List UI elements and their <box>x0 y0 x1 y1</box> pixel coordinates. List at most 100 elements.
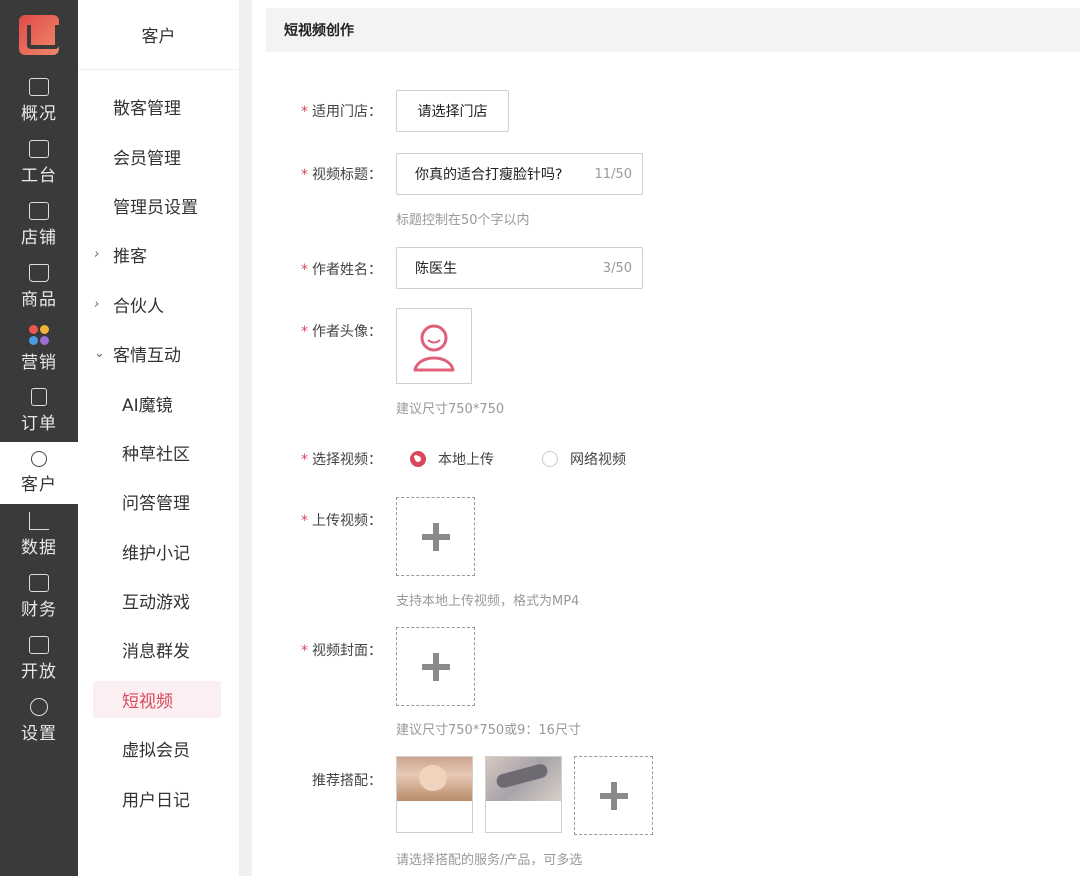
select-store-button[interactable]: 请选择门店 <box>396 90 509 132</box>
sub-item-community[interactable]: 种草社区 <box>78 428 239 477</box>
sub-item-label: 推客 <box>113 247 147 268</box>
store-label: * 适用门店： <box>282 101 382 121</box>
sub-item-promoters[interactable]: › 推客 <box>78 230 239 279</box>
rail-item-label: 数据 <box>21 538 57 558</box>
nail-product-image <box>486 757 561 801</box>
sub-item-virtual-members[interactable]: 虚拟会员 <box>78 724 239 773</box>
author-name-counter: 3/50 <box>602 260 632 276</box>
rail-item-label: 工台 <box>21 166 57 186</box>
upload-video-label: * 上传视频： <box>282 510 382 530</box>
sub-item-label: AI魔镜 <box>122 395 173 416</box>
sub-item-label: 合伙人 <box>113 296 164 317</box>
rail-item-customers[interactable]: 客户 <box>0 442 78 504</box>
radio-unchecked-icon <box>542 451 558 467</box>
required-mark: * <box>301 643 308 659</box>
store-label-text: 适用门店： <box>312 104 382 120</box>
select-video-label-text: 选择视频： <box>312 452 382 468</box>
rail-item-overview[interactable]: 概况 <box>0 70 78 132</box>
recommend-label: 推荐搭配： <box>282 770 382 790</box>
required-mark: * <box>301 324 308 340</box>
author-name-label-text: 作者姓名： <box>312 262 382 278</box>
rail-item-orders[interactable]: 订单 <box>0 380 78 442</box>
bag-icon <box>29 264 49 282</box>
chevron-right-icon: › <box>94 296 100 312</box>
cover-hint: 建议尺寸750*750或9：16尺寸 <box>396 723 581 738</box>
video-source-radio-group: 本地上传 网络视频 <box>410 449 674 469</box>
add-recommend-button[interactable] <box>574 756 653 835</box>
finance-icon <box>29 574 49 592</box>
video-title-input[interactable]: 你真的适合打瘦脸针吗? 11/50 <box>396 153 643 195</box>
page-title: 短视频创作 <box>266 8 1080 52</box>
rail-item-label: 店铺 <box>21 228 57 248</box>
sub-item-label: 用户日记 <box>122 790 190 811</box>
sub-item-label: 管理员设置 <box>113 197 198 218</box>
rail-item-marketing[interactable]: 营销 <box>0 318 78 380</box>
chevron-right-icon: › <box>94 247 100 263</box>
avatar-icon <box>413 324 455 372</box>
recommend-item-facial[interactable] <box>396 756 473 833</box>
select-video-label: * 选择视频： <box>282 449 382 469</box>
store-icon <box>29 202 49 220</box>
sub-item-admin-settings[interactable]: 管理员设置 <box>78 181 239 230</box>
sub-item-partners[interactable]: › 合伙人 <box>78 280 239 329</box>
radio-local-upload[interactable]: 本地上传 <box>410 449 494 469</box>
rail-item-open[interactable]: 开放 <box>0 628 78 690</box>
main-content: 短视频创作 * 适用门店： 请选择门店 * 视频标题： 你真的适合打瘦脸针吗? 11… <box>252 0 1080 876</box>
recommend-hint: 请选择搭配的服务/产品，可多选 <box>396 853 583 868</box>
rail-item-settings[interactable]: 设置 <box>0 690 78 752</box>
rail-item-finance[interactable]: 财务 <box>0 566 78 628</box>
required-mark: * <box>301 167 308 183</box>
radio-online-video[interactable]: 网络视频 <box>542 449 626 469</box>
sub-item-interaction[interactable]: ⌄ 客情互动 <box>78 329 239 378</box>
sub-item-walkin-customers[interactable]: 散客管理 <box>78 82 239 131</box>
author-name-input[interactable]: 陈医生 3/50 <box>396 247 643 289</box>
sub-item-short-video[interactable]: 短视频 <box>78 675 239 724</box>
sub-item-label: 问答管理 <box>122 494 190 515</box>
sub-item-qa[interactable]: 问答管理 <box>78 477 239 526</box>
upload-video-hint: 支持本地上传视频，格式为MP4 <box>396 594 580 609</box>
rail-item-products[interactable]: 商品 <box>0 256 78 318</box>
required-mark: * <box>301 104 308 120</box>
author-avatar-upload[interactable] <box>396 308 472 384</box>
sub-menu-title: 客户 <box>78 0 239 70</box>
recommend-label-text: 推荐搭配： <box>312 773 382 789</box>
radio-checked-icon <box>410 451 426 467</box>
desktop-icon <box>29 140 49 158</box>
radio-label: 网络视频 <box>570 452 626 468</box>
rail-item-data[interactable]: 数据 <box>0 504 78 566</box>
sub-item-user-diary[interactable]: 用户日记 <box>78 773 239 822</box>
sub-item-label: 虚拟会员 <box>122 741 190 762</box>
upload-video-button[interactable] <box>396 497 475 576</box>
recommend-item-nails[interactable] <box>485 756 562 833</box>
required-mark: * <box>301 513 308 529</box>
petals-icon <box>29 325 49 345</box>
rail-item-label: 开放 <box>21 662 57 682</box>
plus-icon <box>599 781 628 810</box>
cover-label-text: 视频封面： <box>312 643 382 659</box>
video-title-hint: 标题控制在50个字以内 <box>396 213 530 228</box>
sub-item-label: 客情互动 <box>113 346 181 367</box>
main-nav-rail: 概况 工台 店铺 商品 营销 订单 客户 数据 财务 开放 设置 <box>0 0 78 876</box>
rail-item-label: 客户 <box>21 475 57 495</box>
rail-item-label: 财务 <box>21 600 57 620</box>
rail-item-store[interactable]: 店铺 <box>0 194 78 256</box>
logo-icon <box>19 15 59 55</box>
upload-cover-button[interactable] <box>396 627 475 706</box>
author-avatar-label: * 作者头像： <box>282 321 382 341</box>
rail-item-workbench[interactable]: 工台 <box>0 132 78 194</box>
sub-item-care-notes[interactable]: 维护小记 <box>78 527 239 576</box>
author-name-label: * 作者姓名： <box>282 259 382 279</box>
sub-item-label: 短视频 <box>122 691 173 712</box>
receipt-icon <box>31 388 47 406</box>
app-logo[interactable] <box>0 0 78 70</box>
upload-video-label-text: 上传视频： <box>312 513 382 529</box>
sub-item-ai-mirror[interactable]: AI魔镜 <box>78 378 239 427</box>
author-avatar-label-text: 作者头像： <box>312 324 382 340</box>
plus-icon <box>421 652 450 681</box>
cover-label: * 视频封面： <box>282 640 382 660</box>
recommend-list <box>396 756 653 835</box>
sub-item-broadcast[interactable]: 消息群发 <box>78 625 239 674</box>
sub-item-games[interactable]: 互动游戏 <box>78 576 239 625</box>
sub-item-label: 会员管理 <box>113 148 181 169</box>
sub-item-members[interactable]: 会员管理 <box>78 131 239 180</box>
